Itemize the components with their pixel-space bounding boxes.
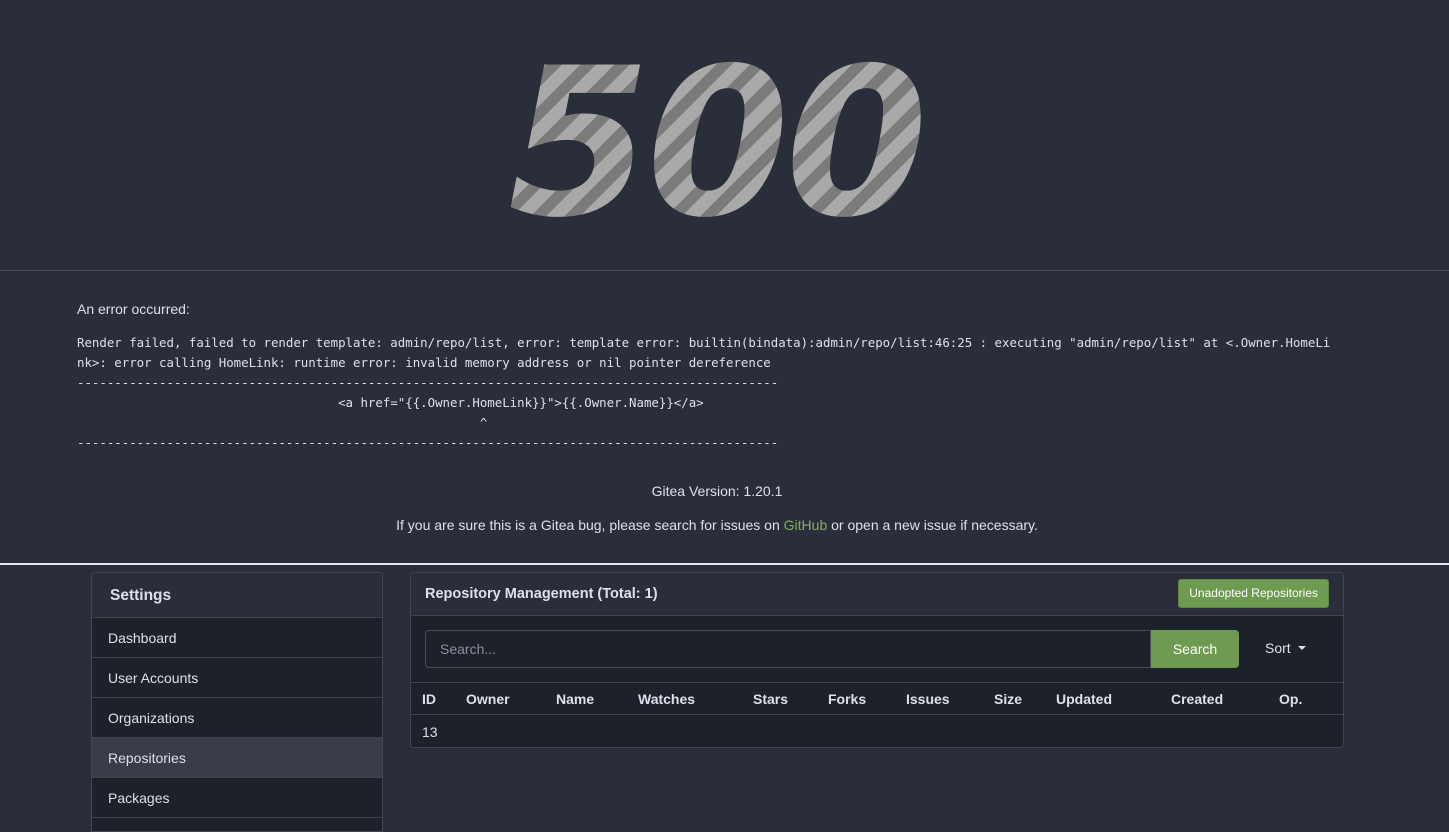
table-cell-id: 13 [422,724,438,740]
bug-note-suffix: or open a new issue if necessary. [827,517,1038,533]
error-page-divider [0,563,1449,565]
column-header-updated[interactable]: Updated [1056,691,1112,707]
error-code-banner: 500 [0,34,1449,244]
column-header-watches[interactable]: Watches [638,691,695,707]
sidebar-item-packages[interactable]: Packages [92,778,382,818]
table-header: ID Owner Name Watches Stars Forks Issues… [411,682,1343,715]
error-detail: Render failed, failed to render template… [77,335,1331,450]
sort-label: Sort [1265,640,1291,656]
error-page: 500 An error occurred: Render failed, fa… [0,0,1449,565]
panel-header: Repository Management (Total: 1) Unadopt… [411,573,1343,616]
bug-note-prefix: If you are sure this is a Gitea bug, ple… [396,517,784,533]
github-link[interactable]: GitHub [784,517,828,533]
column-header-created[interactable]: Created [1171,691,1223,707]
column-header-op: Op. [1279,691,1303,707]
column-header-name[interactable]: Name [556,691,594,707]
unadopted-repositories-button[interactable]: Unadopted Repositories [1178,579,1329,608]
caret-down-icon [1297,646,1306,650]
column-header-stars[interactable]: Stars [753,691,788,707]
column-header-size[interactable]: Size [994,691,1022,707]
sidebar-item-repositories[interactable]: Repositories [92,738,382,778]
header-divider [0,270,1449,271]
search-row: Search Sort [425,630,1330,668]
sort-dropdown[interactable]: Sort [1265,640,1306,656]
sidebar-item-user-accounts[interactable]: User Accounts [92,658,382,698]
error-label: An error occurred: [77,301,190,317]
bug-report-note: If you are sure this is a Gitea bug, ple… [0,517,1434,533]
column-header-owner[interactable]: Owner [466,691,510,707]
gitea-version: Gitea Version: 1.20.1 [651,483,783,499]
column-header-id[interactable]: ID [422,691,436,707]
column-header-issues[interactable]: Issues [906,691,950,707]
search-button[interactable]: Search [1151,630,1239,668]
sidebar-title: Settings [92,573,382,618]
panel-title: Repository Management (Total: 1) [425,586,658,602]
settings-sidebar: Settings Dashboard User Accounts Organiz… [91,572,383,832]
column-header-forks[interactable]: Forks [828,691,866,707]
repo-management-panel: Repository Management (Total: 1) Unadopt… [410,572,1344,748]
sidebar-item-dashboard[interactable]: Dashboard [92,618,382,658]
error-code-text: 500 [508,34,924,244]
search-input[interactable] [425,630,1151,668]
sidebar-item-organizations[interactable]: Organizations [92,698,382,738]
